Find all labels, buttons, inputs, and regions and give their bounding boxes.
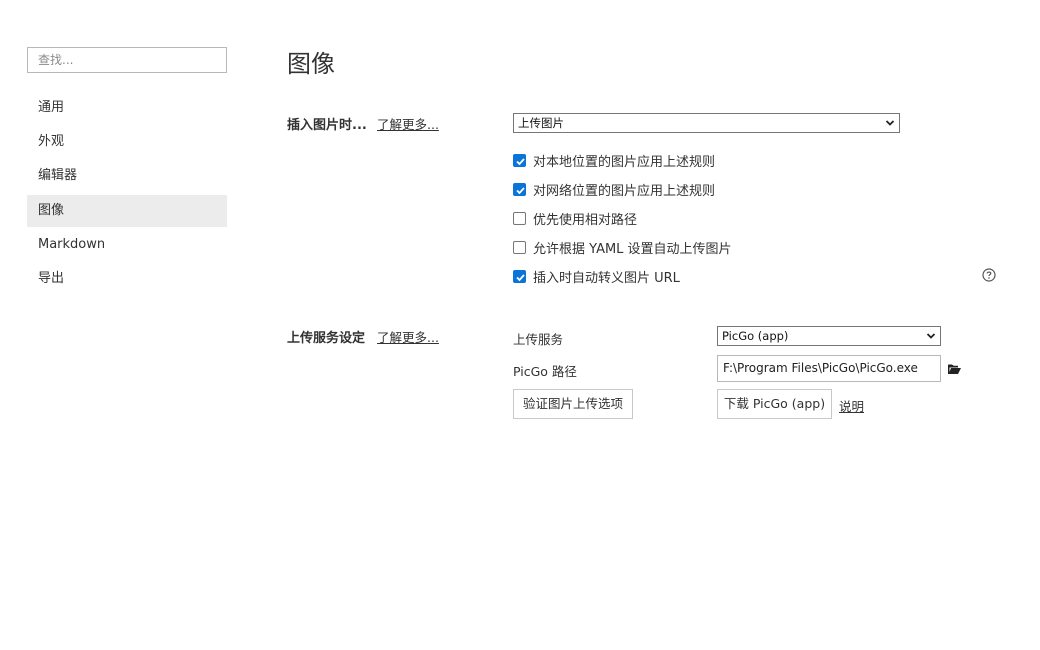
chevron-down-icon [885,120,895,126]
option-escape-url-label: 插入时自动转义图片 URL [533,270,680,286]
option-network-images-label: 对网络位置的图片应用上述规则 [533,183,716,199]
upload-service-label: 上传服务 [513,332,564,347]
checkbox-yaml-upload[interactable] [513,240,526,254]
sidebar-item-appearance[interactable]: 外观 [27,126,227,158]
sidebar-item-general[interactable]: 通用 [27,92,227,124]
sidebar-item-image[interactable]: 图像 [27,195,227,227]
folder-open-icon[interactable] [948,364,961,374]
checkbox-network-images[interactable] [513,182,526,196]
verify-upload-button[interactable]: 验证图片上传选项 [513,389,633,419]
sidebar-item-editor[interactable]: 编辑器 [27,160,227,192]
download-picgo-button[interactable]: 下载 PicGo (app) [717,389,832,419]
picgo-path-label: PicGo 路径 [513,364,577,379]
upload-service-select[interactable]: PicGo (app) [717,326,941,346]
checkbox-escape-url[interactable] [513,269,526,283]
preferences-window: 通用 外观 编辑器 图像 Markdown 导出 图像 插入图片时... 了解更… [0,0,1040,650]
insert-action-value: 上传图片 [518,116,564,130]
search-input[interactable] [27,47,227,73]
insert-learn-more-link[interactable]: 了解更多... [377,114,439,133]
sidebar-item-export[interactable]: 导出 [27,263,227,295]
option-relative-path-label: 优先使用相对路径 [533,212,638,228]
option-local-images[interactable]: 对本地位置的图片应用上述规则 [513,151,716,170]
upload-service-value: PicGo (app) [722,329,789,343]
question-circle-icon[interactable] [982,268,996,282]
option-escape-url[interactable]: 插入时自动转义图片 URL [513,267,680,286]
option-yaml-upload-label: 允许根据 YAML 设置自动上传图片 [533,241,732,257]
picgo-path-input[interactable]: F:\Program Files\PicGo\PicGo.exe [717,355,941,382]
chevron-down-icon [926,333,936,339]
page-title: 图像 [287,50,335,78]
sidebar-item-markdown[interactable]: Markdown [27,229,227,261]
option-network-images[interactable]: 对网络位置的图片应用上述规则 [513,180,716,199]
insert-image-section-label: 插入图片时... [287,118,367,133]
upload-learn-more-link[interactable]: 了解更多... [377,327,439,346]
help-link[interactable]: 说明 [839,396,864,415]
option-relative-path[interactable]: 优先使用相对路径 [513,209,638,228]
option-yaml-upload[interactable]: 允许根据 YAML 设置自动上传图片 [513,238,732,257]
checkbox-relative-path[interactable] [513,211,526,225]
option-local-images-label: 对本地位置的图片应用上述规则 [533,154,716,170]
checkbox-local-images[interactable] [513,153,526,167]
insert-action-select[interactable]: 上传图片 [513,113,900,133]
upload-service-section-label: 上传服务设定 [287,331,366,346]
